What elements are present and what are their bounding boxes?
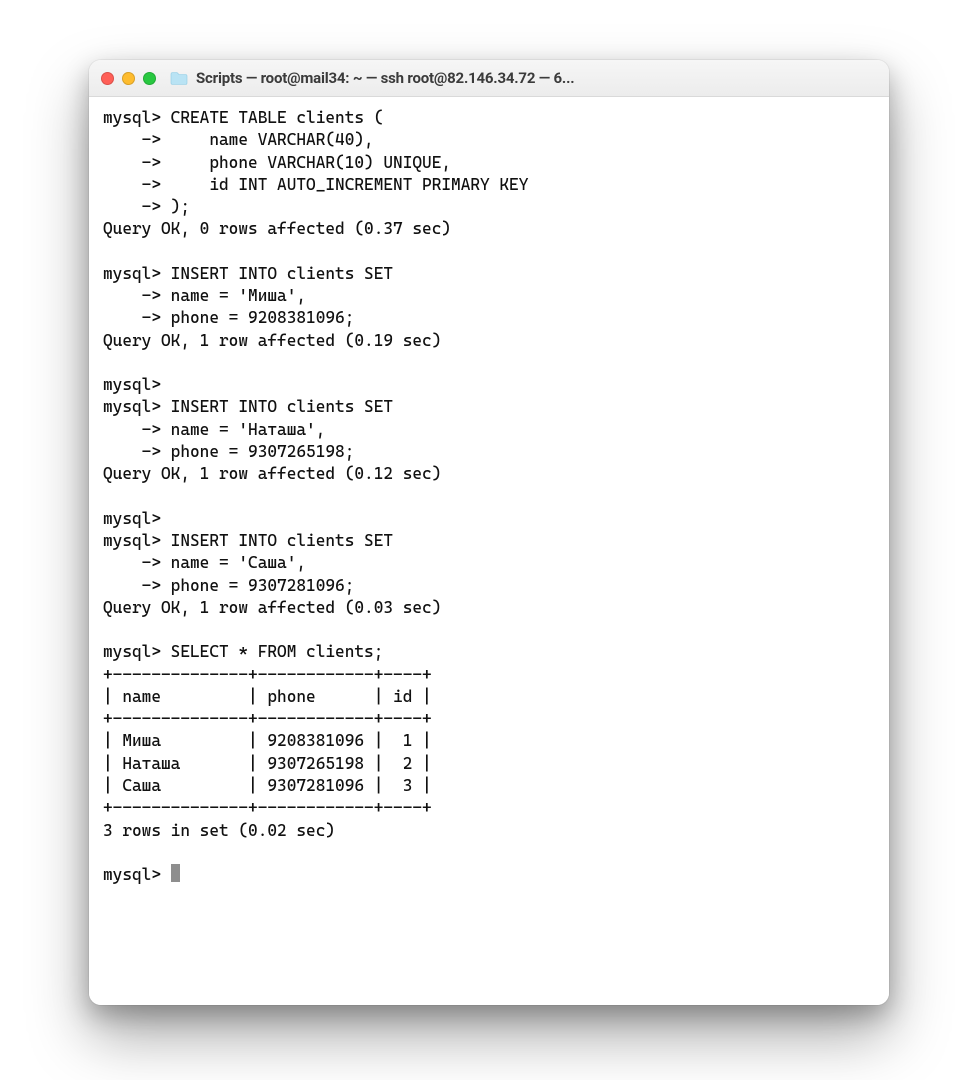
minimize-window-button[interactable] (122, 72, 135, 85)
terminal-cursor (171, 864, 180, 882)
window-title: Scripts — root@mail34: ~ — ssh root@82.1… (196, 69, 877, 87)
maximize-window-button[interactable] (143, 72, 156, 85)
folder-icon (170, 71, 188, 85)
close-window-button[interactable] (101, 72, 114, 85)
terminal-window: Scripts — root@mail34: ~ — ssh root@82.1… (89, 60, 889, 1005)
traffic-lights (101, 72, 156, 85)
terminal-output[interactable]: mysql> CREATE TABLE clients ( -> name VA… (89, 97, 889, 1005)
window-titlebar: Scripts — root@mail34: ~ — ssh root@82.1… (89, 60, 889, 97)
